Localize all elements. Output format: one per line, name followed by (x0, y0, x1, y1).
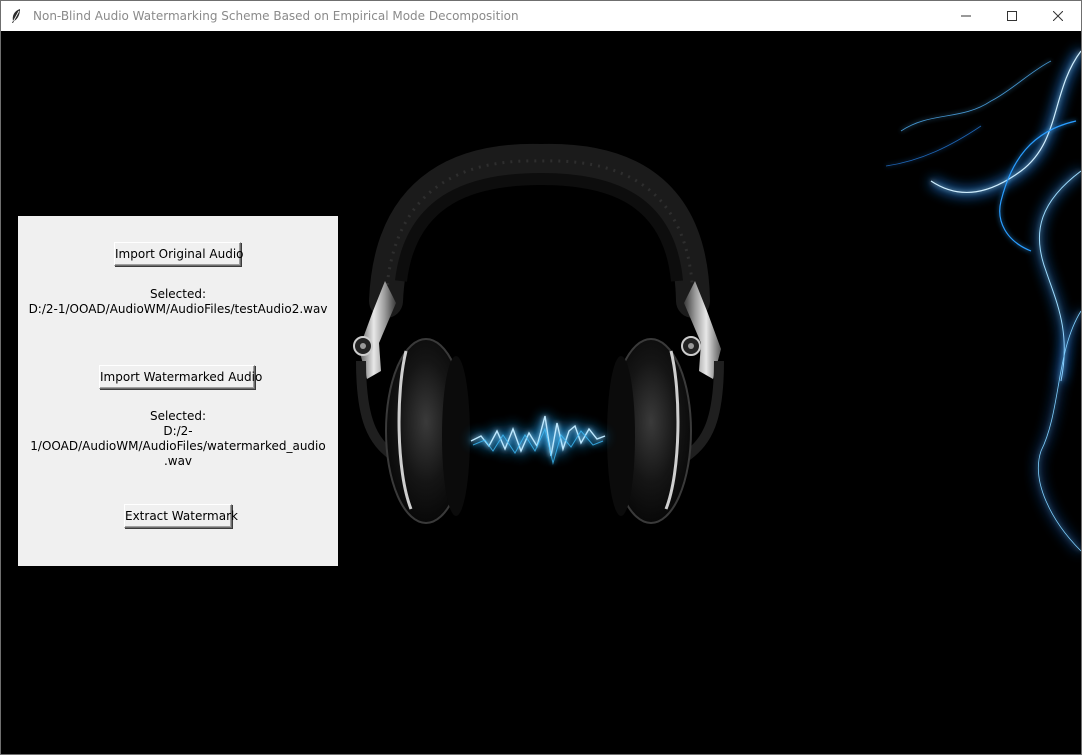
original-selected-label: Selected: D:/2-1/OOAD/AudioWM/AudioFiles… (18, 287, 338, 317)
watermarked-selected-caption: Selected: (149, 409, 207, 423)
close-icon (1053, 11, 1063, 21)
minimize-button[interactable] (943, 1, 989, 31)
close-button[interactable] (1035, 1, 1081, 31)
maximize-button[interactable] (989, 1, 1035, 31)
original-selected-path: D:/2-1/OOAD/AudioWM/AudioFiles/testAudio… (28, 302, 328, 316)
client-area: Import Original Audio Selected: D:/2-1/O… (1, 31, 1081, 754)
sound-wave (469, 415, 606, 465)
control-panel: Import Original Audio Selected: D:/2-1/O… (18, 216, 338, 566)
import-watermarked-audio-button[interactable]: Import Watermarked Audio (99, 365, 262, 389)
window-title: Non-Blind Audio Watermarking Scheme Base… (33, 9, 519, 23)
minimize-icon (961, 15, 971, 17)
watermarked-selected-path-line2: .wav (163, 454, 193, 468)
feather-icon (8, 8, 24, 24)
headband (369, 143, 710, 318)
maximize-icon (1007, 11, 1017, 21)
left-ear-cup (385, 338, 470, 524)
right-ear-cup (607, 338, 692, 524)
blue-smoke-decoration (885, 48, 1081, 553)
original-selected-caption: Selected: (149, 287, 207, 301)
import-original-audio-button[interactable]: Import Original Audio (114, 242, 244, 266)
extract-watermark-button[interactable]: Extract Watermark (124, 504, 238, 528)
app-window: Non-Blind Audio Watermarking Scheme Base… (0, 0, 1082, 755)
window-controls (943, 1, 1081, 31)
title-bar[interactable]: Non-Blind Audio Watermarking Scheme Base… (1, 1, 1081, 31)
watermarked-selected-label: Selected: D:/2-1/OOAD/AudioWM/AudioFiles… (18, 409, 338, 469)
watermarked-selected-path-line1: D:/2-1/OOAD/AudioWM/AudioFiles/watermark… (30, 424, 326, 453)
